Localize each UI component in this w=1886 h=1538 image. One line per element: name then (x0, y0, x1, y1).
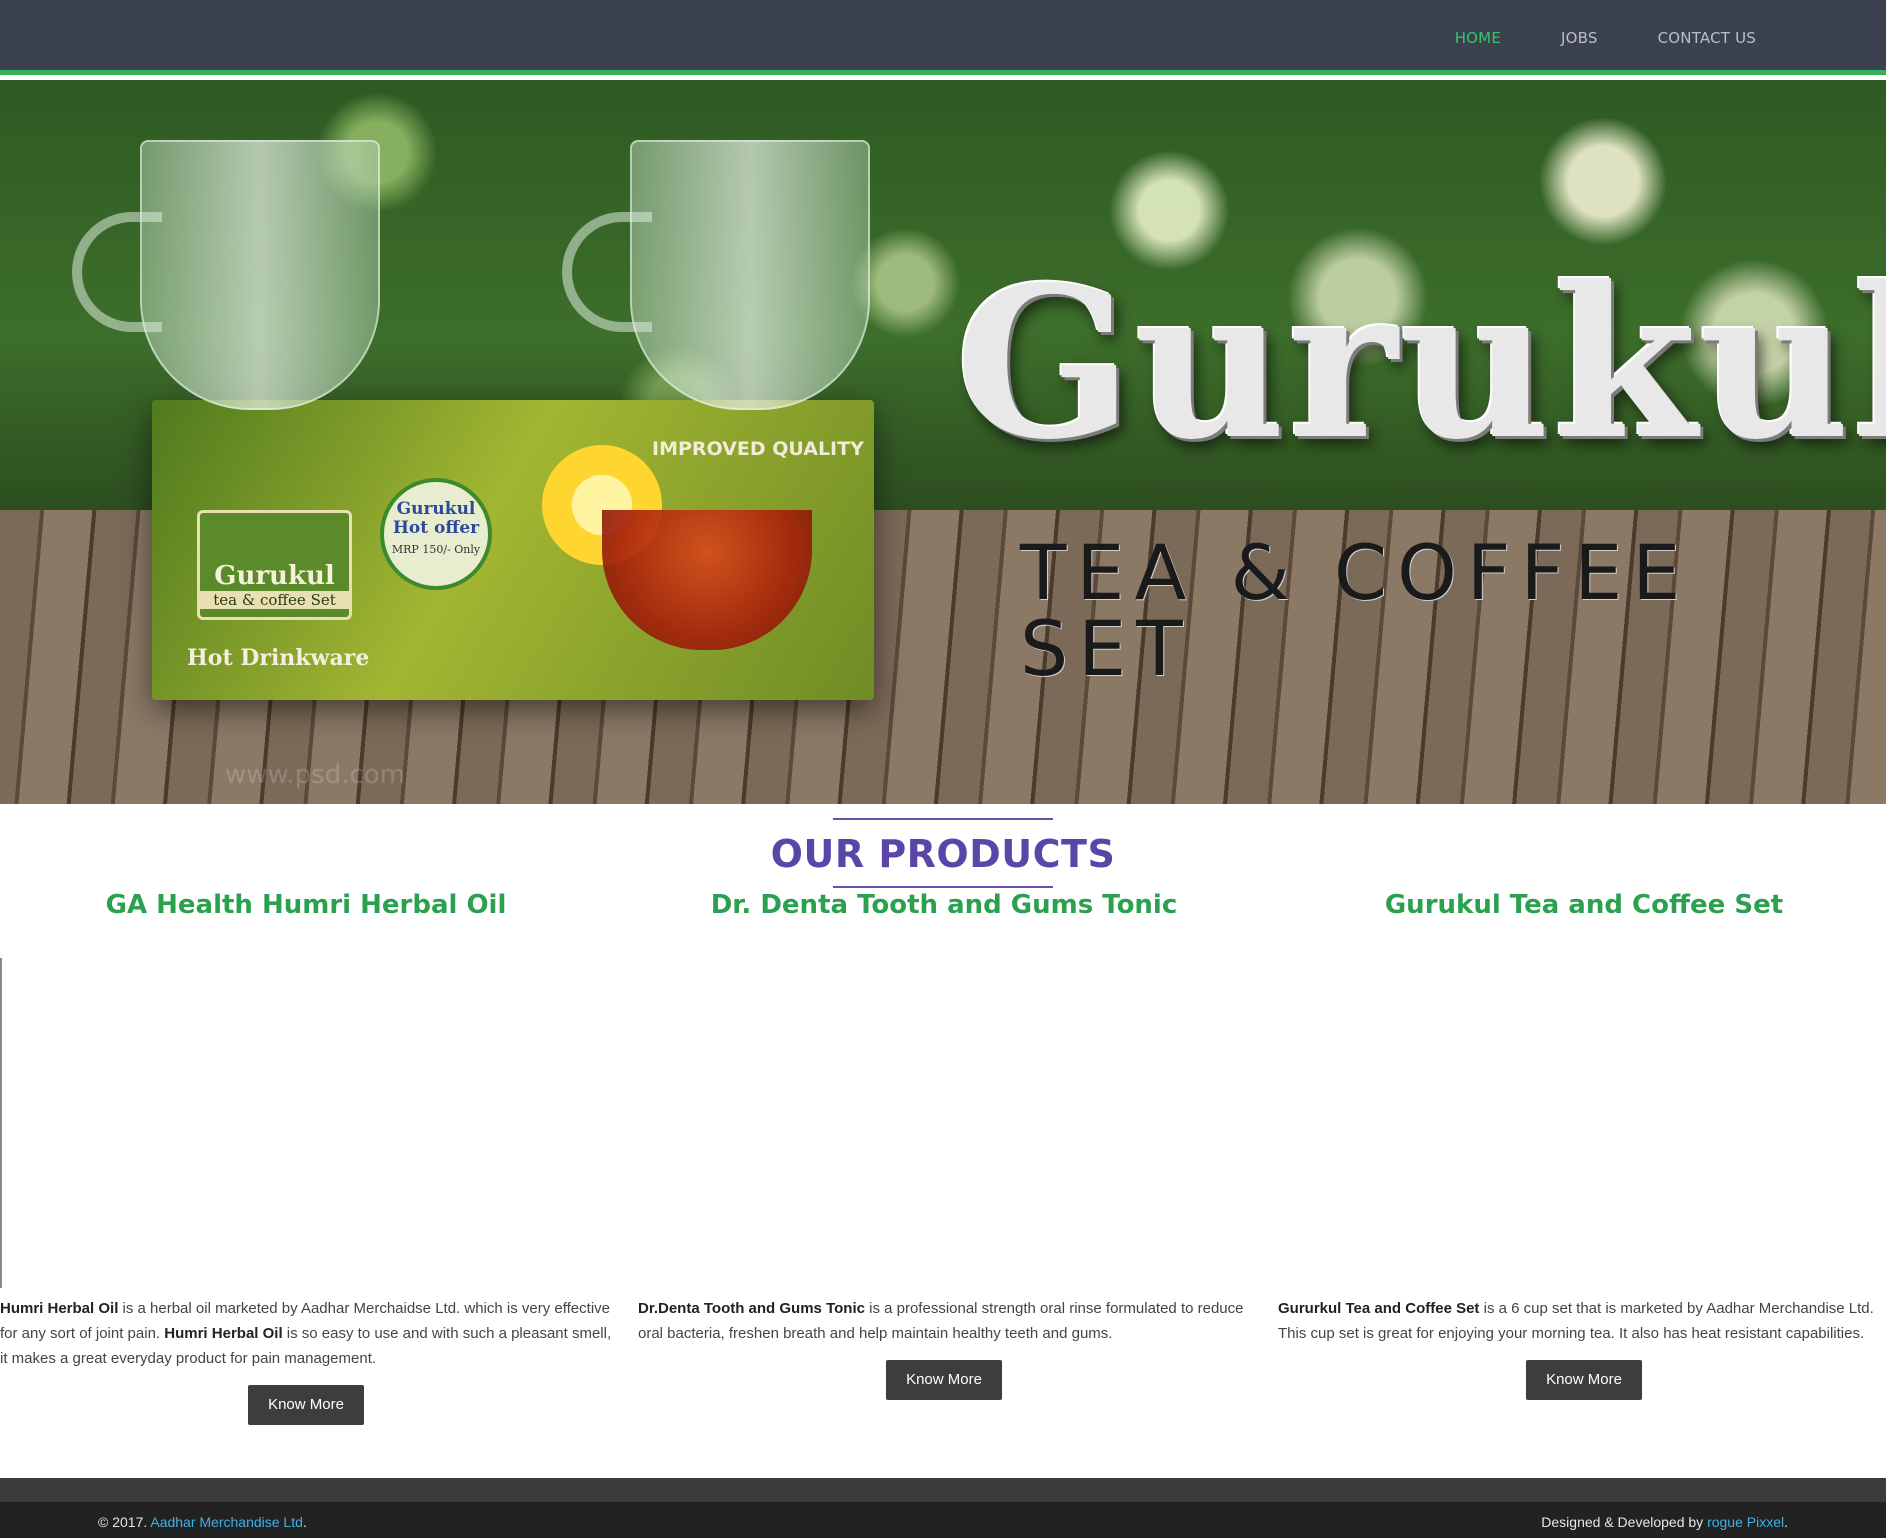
hero-product-box: IMPROVED QUALITY Gurukul tea & coffee Se… (152, 400, 874, 700)
know-more-button[interactable]: Know More (886, 1360, 1002, 1400)
box-brand-text: Gurukul (214, 561, 335, 591)
hero-title: Gurukul (955, 242, 1886, 486)
button-wrap: Know More (1278, 1360, 1886, 1400)
glass-handle (72, 212, 162, 332)
developer-link[interactable]: rogue Pixxel (1707, 1514, 1784, 1530)
box-hot-drinkware-label: Hot Drinkware (187, 645, 370, 671)
copyright-prefix: © 2017. (98, 1514, 151, 1530)
product-desc-bold: Humri Herbal Oil (164, 1325, 283, 1342)
product-description: Dr.Denta Tooth and Gums Tonic is a profe… (638, 1296, 1250, 1346)
button-wrap: Know More (638, 1360, 1250, 1400)
button-wrap: Know More (0, 1385, 612, 1425)
products-section-title: OUR PRODUCTS (770, 832, 1116, 876)
credit-prefix: Designed & Developed by (1541, 1514, 1708, 1530)
box-offer-title: Gurukul Hot offer (392, 499, 480, 538)
footer: © 2017. Aadhar Merchandise Ltd. Designed… (0, 1502, 1886, 1538)
know-more-button[interactable]: Know More (248, 1385, 364, 1425)
main-nav: HOME JOBS CONTACT US (1455, 29, 1756, 47)
section-rule-top (833, 818, 1053, 820)
credit-suffix: . (1784, 1514, 1788, 1530)
product-card-humri-oil: GA Health Humri Herbal Oil Humri Herbal … (0, 890, 612, 1425)
product-name: GA Health Humri Herbal Oil (105, 890, 507, 920)
footer-band (0, 1478, 1886, 1502)
product-description: Humri Herbal Oil is a herbal oil markete… (0, 1296, 612, 1371)
credit-text: Designed & Developed by rogue Pixxel. (1541, 1514, 1788, 1530)
box-offer-mrp: MRP 150/- Only (391, 543, 481, 557)
product-name: Gurukul Tea and Coffee Set (1384, 890, 1784, 920)
know-more-button[interactable]: Know More (1526, 1360, 1642, 1400)
hero-banner: IMPROVED QUALITY Gurukul tea & coffee Se… (0, 80, 1886, 804)
product-description: Gururkul Tea and Coffee Set is a 6 cup s… (1278, 1296, 1886, 1346)
nav-contact-link[interactable]: CONTACT US (1658, 29, 1756, 47)
box-brand-subtext: tea & coffee Set (200, 591, 349, 609)
products-section-header: OUR PRODUCTS (0, 818, 1886, 888)
glass-cup-left-image (72, 140, 380, 410)
glass-handle (562, 212, 652, 332)
product-image (638, 958, 1250, 1288)
tea-cup-image (602, 510, 812, 650)
glass-cup-right-image (562, 140, 870, 410)
product-desc-bold: Humri Herbal Oil (0, 1300, 119, 1317)
nav-home-link[interactable]: HOME (1455, 29, 1501, 47)
navbar: HOME JOBS CONTACT US (0, 0, 1886, 75)
nav-jobs-link[interactable]: JOBS (1561, 29, 1598, 47)
box-offer-seal: Gurukul Hot offer MRP 150/- Only (380, 478, 492, 590)
section-rule-bottom (833, 886, 1053, 888)
product-desc-bold: Dr.Denta Tooth and Gums Tonic (638, 1300, 865, 1317)
product-name: Dr. Denta Tooth and Gums Tonic (710, 890, 1178, 920)
company-link[interactable]: Aadhar Merchandise Ltd (150, 1514, 303, 1530)
hero-subtitle: TEA & COFFEE SET (1020, 528, 1691, 693)
copyright-text: © 2017. Aadhar Merchandise Ltd. (98, 1514, 307, 1530)
hero-watermark: www.psd.com (225, 760, 406, 790)
box-quality-label: IMPROVED QUALITY (652, 438, 864, 460)
box-brand-badge: Gurukul tea & coffee Set (197, 510, 352, 620)
product-image (1278, 958, 1886, 1288)
product-card-gurukul-set: Gurukul Tea and Coffee Set Gururkul Tea … (1278, 890, 1886, 1400)
product-card-dr-denta: Dr. Denta Tooth and Gums Tonic Dr.Denta … (638, 890, 1250, 1400)
copyright-suffix: . (302, 1514, 307, 1530)
product-image (0, 958, 612, 1288)
product-desc-bold: Gururkul Tea and Coffee Set (1278, 1300, 1480, 1317)
